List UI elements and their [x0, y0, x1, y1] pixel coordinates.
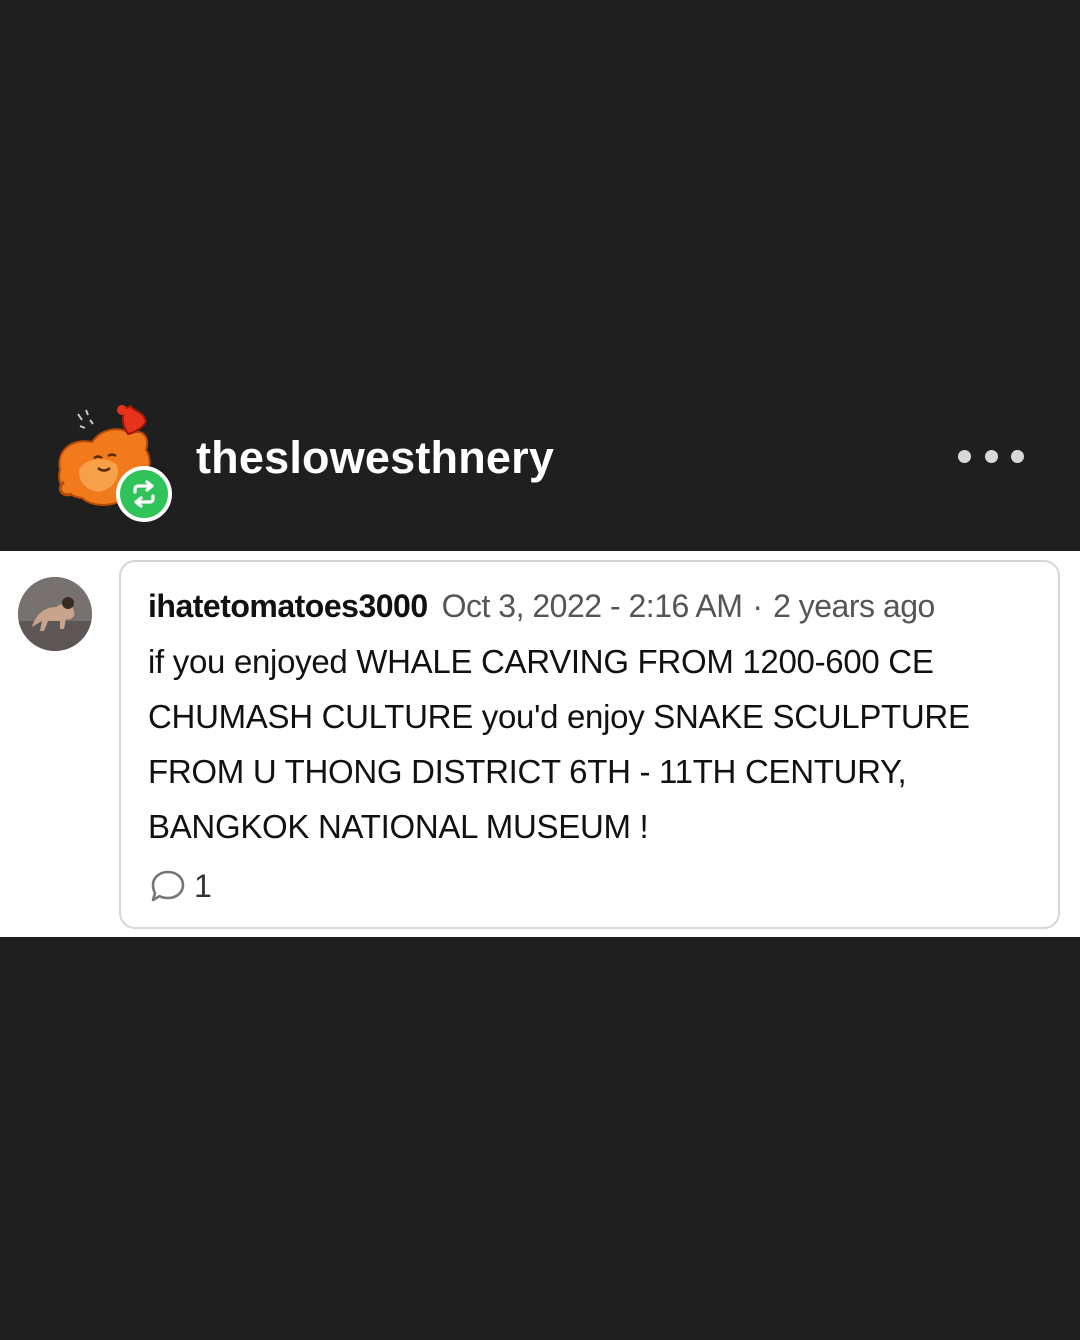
- meta-separator: ·: [752, 588, 764, 624]
- reply-author-avatar[interactable]: [18, 577, 92, 651]
- reblog-badge: [116, 466, 172, 522]
- blog-username[interactable]: theslowesthnery: [196, 432, 554, 484]
- speech-bubble-icon: [151, 870, 185, 902]
- post-header: theslowesthnery: [0, 392, 1080, 532]
- reply-timestamp: Oct 3, 2022 - 2:16 AM: [441, 588, 743, 624]
- reply-relative-time: 2 years ago: [773, 588, 935, 624]
- screenshot-page: theslowesthnery ihatetomatoes3000 Oct 3, …: [0, 0, 1080, 1340]
- more-options-icon: [958, 449, 971, 463]
- user-photo-avatar-icon: [18, 577, 92, 651]
- more-options-icon: [984, 449, 998, 463]
- reply-author-name[interactable]: ihatetomatoes3000: [148, 588, 428, 624]
- more-options-icon: [1011, 449, 1024, 463]
- reply-actions[interactable]: 1: [148, 866, 212, 906]
- reply-count: 1: [194, 867, 212, 904]
- blog-avatar[interactable]: [50, 398, 174, 522]
- more-options-button[interactable]: [958, 444, 1024, 468]
- reblog-icon: [133, 480, 155, 508]
- reply-section: ihatetomatoes3000 Oct 3, 2022 - 2:16 AM · 2…: [0, 551, 1080, 937]
- reply-text: if you enjoyed WHALE CARVING FROM 1200-6…: [148, 643, 970, 845]
- reply-meta: ihatetomatoes3000 Oct 3, 2022 - 2:16 AM · 2…: [148, 586, 935, 626]
- reply-card: ihatetomatoes3000 Oct 3, 2022 - 2:16 AM · 2…: [119, 560, 1060, 929]
